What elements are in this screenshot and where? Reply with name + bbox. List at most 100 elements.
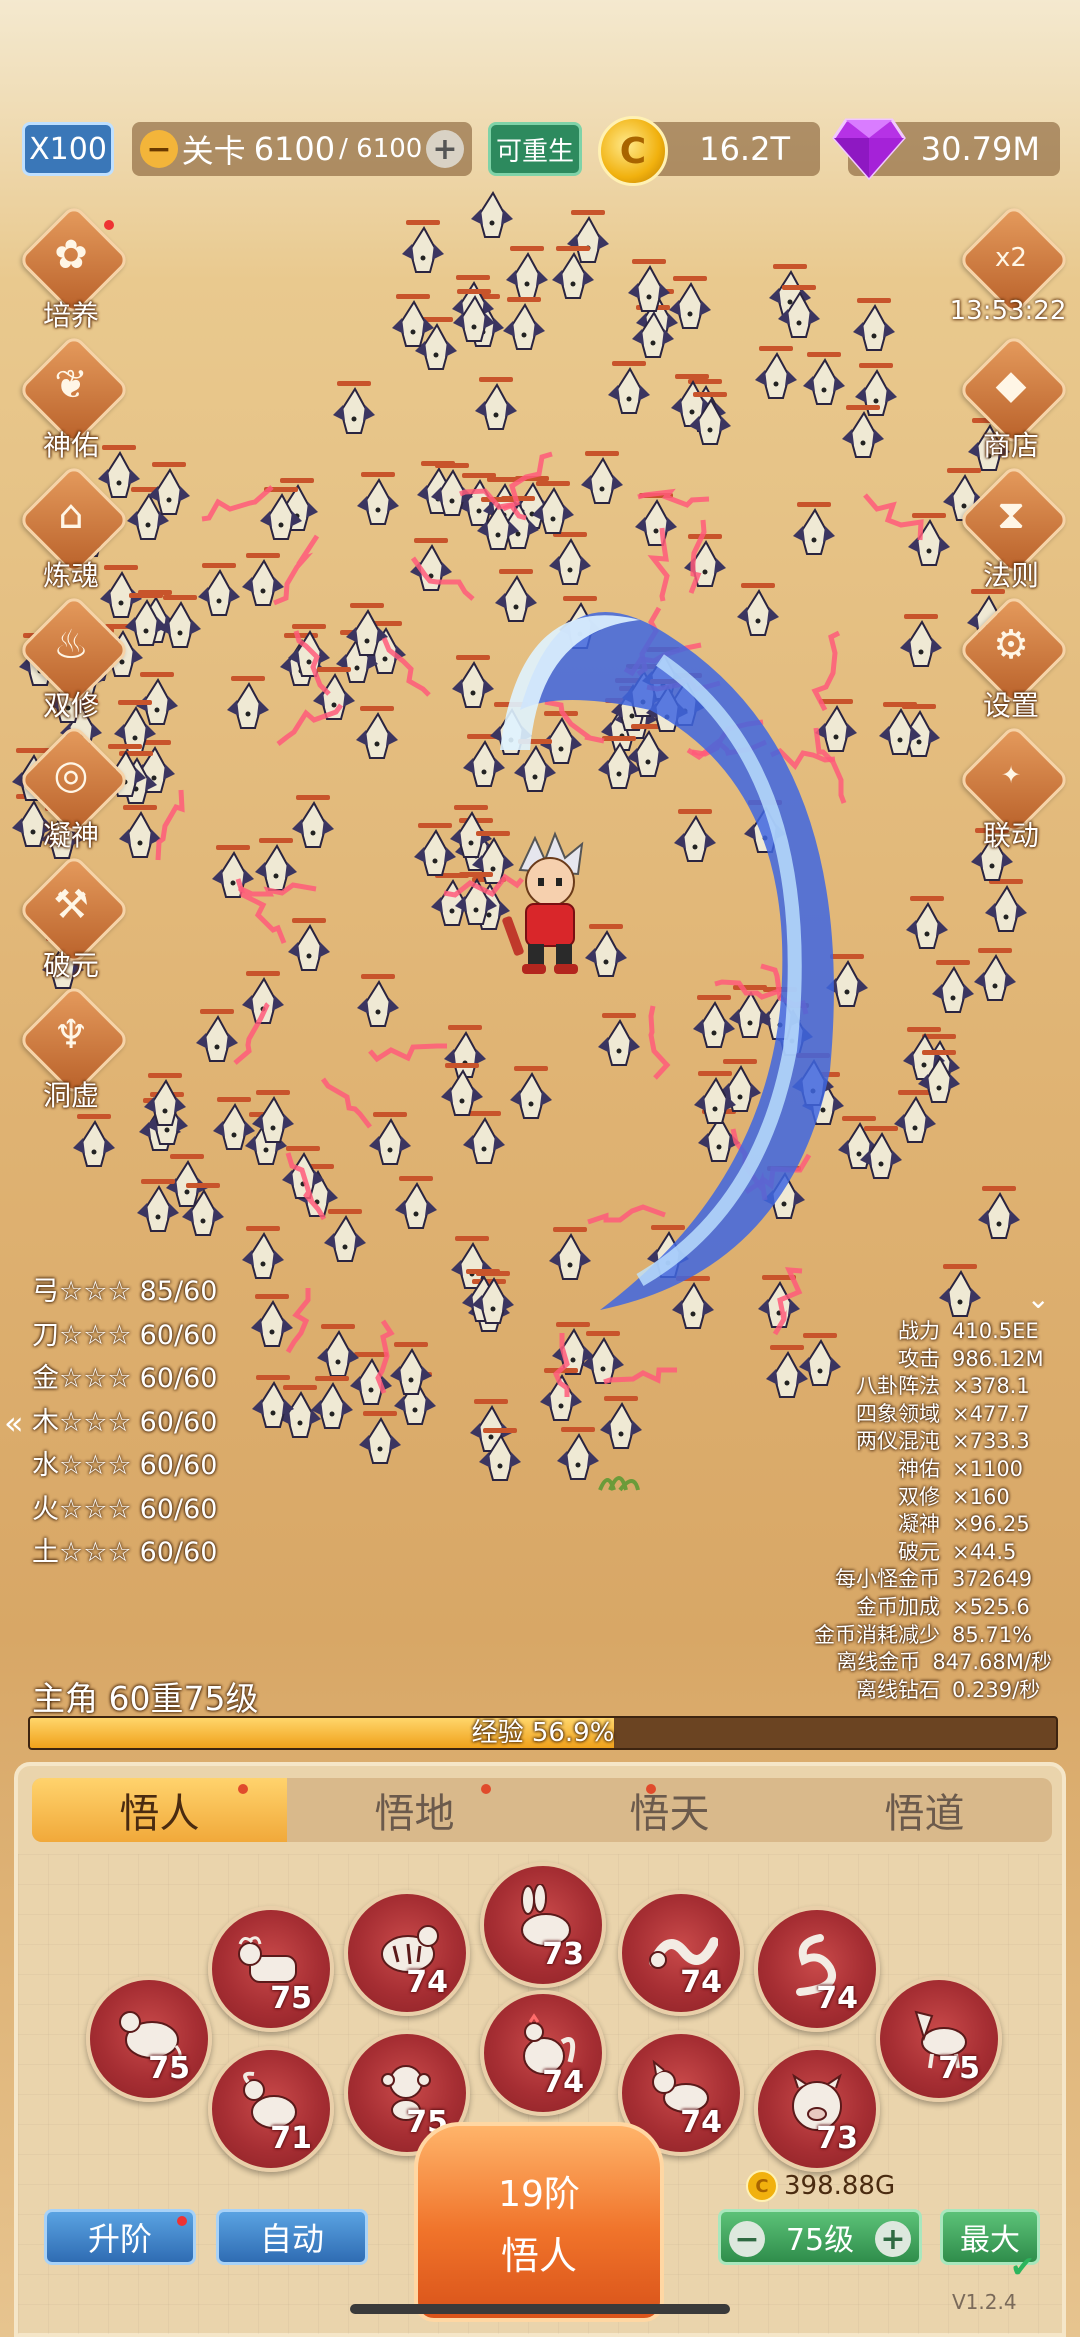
- lightning-bolt: [603, 1367, 677, 1385]
- collab-icon: ✦: [1000, 761, 1022, 789]
- hourglass-icon: ⧗: [996, 492, 1026, 538]
- monster: [369, 1112, 411, 1165]
- zodiac-snake[interactable]: 74: [754, 1906, 880, 2032]
- menu-void-label: 洞虚: [42, 1079, 99, 1112]
- level-current: 6100: [253, 130, 336, 168]
- level-minus-button[interactable]: −: [140, 130, 178, 168]
- menu-dual-cultivation-label: 双修: [42, 689, 99, 722]
- stage-upgrade-main-button[interactable]: 19阶 悟人: [414, 2122, 664, 2322]
- menu-settings[interactable]: ⚙ 设置: [956, 593, 1071, 724]
- collapse-left-icon[interactable]: «: [4, 1404, 24, 1442]
- stat-value: ×733.3: [952, 1429, 1030, 1454]
- stat-row: 战力 410.5EE: [722, 1318, 1052, 1346]
- monster: [540, 711, 582, 764]
- menu-shop-label: 商店: [982, 429, 1039, 462]
- collapse-down-icon[interactable]: ⌄: [1027, 1282, 1050, 1315]
- stat-row: 两仪混沌 ×733.3: [722, 1428, 1052, 1456]
- zodiac-dragon[interactable]: 74: [618, 1890, 744, 2016]
- zodiac-rabbit[interactable]: 73: [480, 1862, 606, 1988]
- auto-button[interactable]: 自动: [216, 2209, 368, 2265]
- stat-value: ×1100: [952, 1456, 1024, 1481]
- stat-value: ×525.6: [952, 1594, 1030, 1619]
- zodiac-rooster[interactable]: 74: [480, 1990, 606, 2116]
- level-max: / 6100: [339, 134, 423, 164]
- monster: [737, 583, 779, 636]
- monster: [463, 734, 505, 787]
- stat-row: 破元 ×44.5: [722, 1539, 1052, 1567]
- lightning-bolt: [233, 1002, 270, 1065]
- monster: [894, 1090, 936, 1143]
- stat-value: 0.239/秒: [952, 1677, 1041, 1702]
- stepper-minus-button[interactable]: −: [729, 2221, 765, 2257]
- stat-label: 金币消耗减少: [814, 1622, 940, 1647]
- menu-cultivate[interactable]: ✿ 培养: [16, 203, 131, 334]
- monster: [506, 246, 548, 299]
- stat-value: ×96.25: [952, 1512, 1030, 1537]
- monster: [292, 795, 334, 848]
- monster: [755, 346, 797, 399]
- monster: [390, 1342, 432, 1395]
- monster: [251, 1294, 293, 1347]
- menu-focus[interactable]: ◎ 凝神: [16, 723, 131, 854]
- monster: [803, 352, 845, 405]
- level-plus-button[interactable]: +: [426, 130, 464, 168]
- zodiac-tiger[interactable]: 74: [344, 1890, 470, 2016]
- monster: [598, 1013, 640, 1066]
- weapon-row: 水☆☆☆ 60/60: [32, 1444, 217, 1488]
- monster: [463, 1111, 505, 1164]
- monster: [255, 838, 297, 891]
- zodiac-rat[interactable]: 75: [86, 1976, 212, 2102]
- lightning-bolt: [587, 1204, 666, 1225]
- monster: [674, 809, 716, 862]
- menu-dual-cultivation[interactable]: ♨ 双修: [16, 593, 131, 724]
- zodiac-goat[interactable]: 71: [208, 2046, 334, 2172]
- monster: [900, 614, 942, 667]
- monster: [73, 1114, 115, 1167]
- stat-label: 凝神: [898, 1512, 940, 1537]
- monster: [600, 1396, 642, 1449]
- lightning-bolt: [811, 630, 841, 712]
- stat-value: ×378.1: [952, 1374, 1030, 1399]
- monster: [693, 995, 735, 1048]
- notification-dot: [646, 1784, 656, 1794]
- zodiac-ox[interactable]: 75: [208, 1906, 334, 2032]
- upgrade-stage-button[interactable]: 升阶: [44, 2209, 196, 2265]
- monster: [608, 361, 650, 414]
- multiplier-button[interactable]: X100: [22, 122, 114, 176]
- menu-collab[interactable]: ✦ 联动: [956, 723, 1071, 854]
- stat-value: 85.71%: [952, 1622, 1033, 1647]
- stage-name: 悟人: [500, 2233, 577, 2278]
- stepper-plus-button[interactable]: +: [875, 2221, 911, 2257]
- rebirth-button[interactable]: 可重生: [488, 122, 582, 176]
- tab-wu-di[interactable]: 悟地: [287, 1778, 542, 1842]
- stat-row: 神佑 ×1100: [722, 1456, 1052, 1484]
- notification-dot: [104, 220, 114, 230]
- stat-value: ×44.5: [952, 1539, 1017, 1564]
- menu-refine-soul[interactable]: ⌂ 炼魂: [16, 463, 131, 594]
- house-icon: ⌂: [58, 492, 84, 538]
- zodiac-level: 75: [270, 1981, 312, 2016]
- menu-shop[interactable]: ◆ 商店: [956, 333, 1071, 464]
- weapon-name: 金: [32, 1363, 59, 1394]
- menu-settings-label: 设置: [982, 689, 1039, 722]
- monster: [906, 896, 948, 949]
- menu-break-origin[interactable]: ⚒ 破元: [16, 853, 131, 984]
- monster: [978, 1186, 1020, 1239]
- weapon-row: 金☆☆☆ 60/60: [32, 1357, 217, 1401]
- lightning-bolt: [637, 488, 710, 508]
- menu-blessing[interactable]: ❦ 神佑: [16, 333, 131, 464]
- zodiac-horse[interactable]: 75: [876, 1976, 1002, 2102]
- menu-void[interactable]: ♆ 洞虚: [16, 983, 131, 1114]
- home-indicator[interactable]: [350, 2304, 730, 2314]
- notification-dot: [481, 1784, 491, 1794]
- stat-row: 双修 ×160: [722, 1484, 1052, 1512]
- weapon-value: 60/60: [139, 1363, 218, 1394]
- tab-wu-tian[interactable]: 悟天: [542, 1778, 797, 1842]
- monster: [441, 1063, 483, 1116]
- zodiac-pig[interactable]: 73: [754, 2046, 880, 2172]
- menu-law[interactable]: ⧗ 法则: [956, 463, 1071, 594]
- tab-wu-ren[interactable]: 悟人: [32, 1778, 287, 1842]
- tab-wu-dao[interactable]: 悟道: [797, 1778, 1052, 1842]
- weapon-value: 60/60: [139, 1537, 218, 1568]
- monster: [598, 736, 640, 789]
